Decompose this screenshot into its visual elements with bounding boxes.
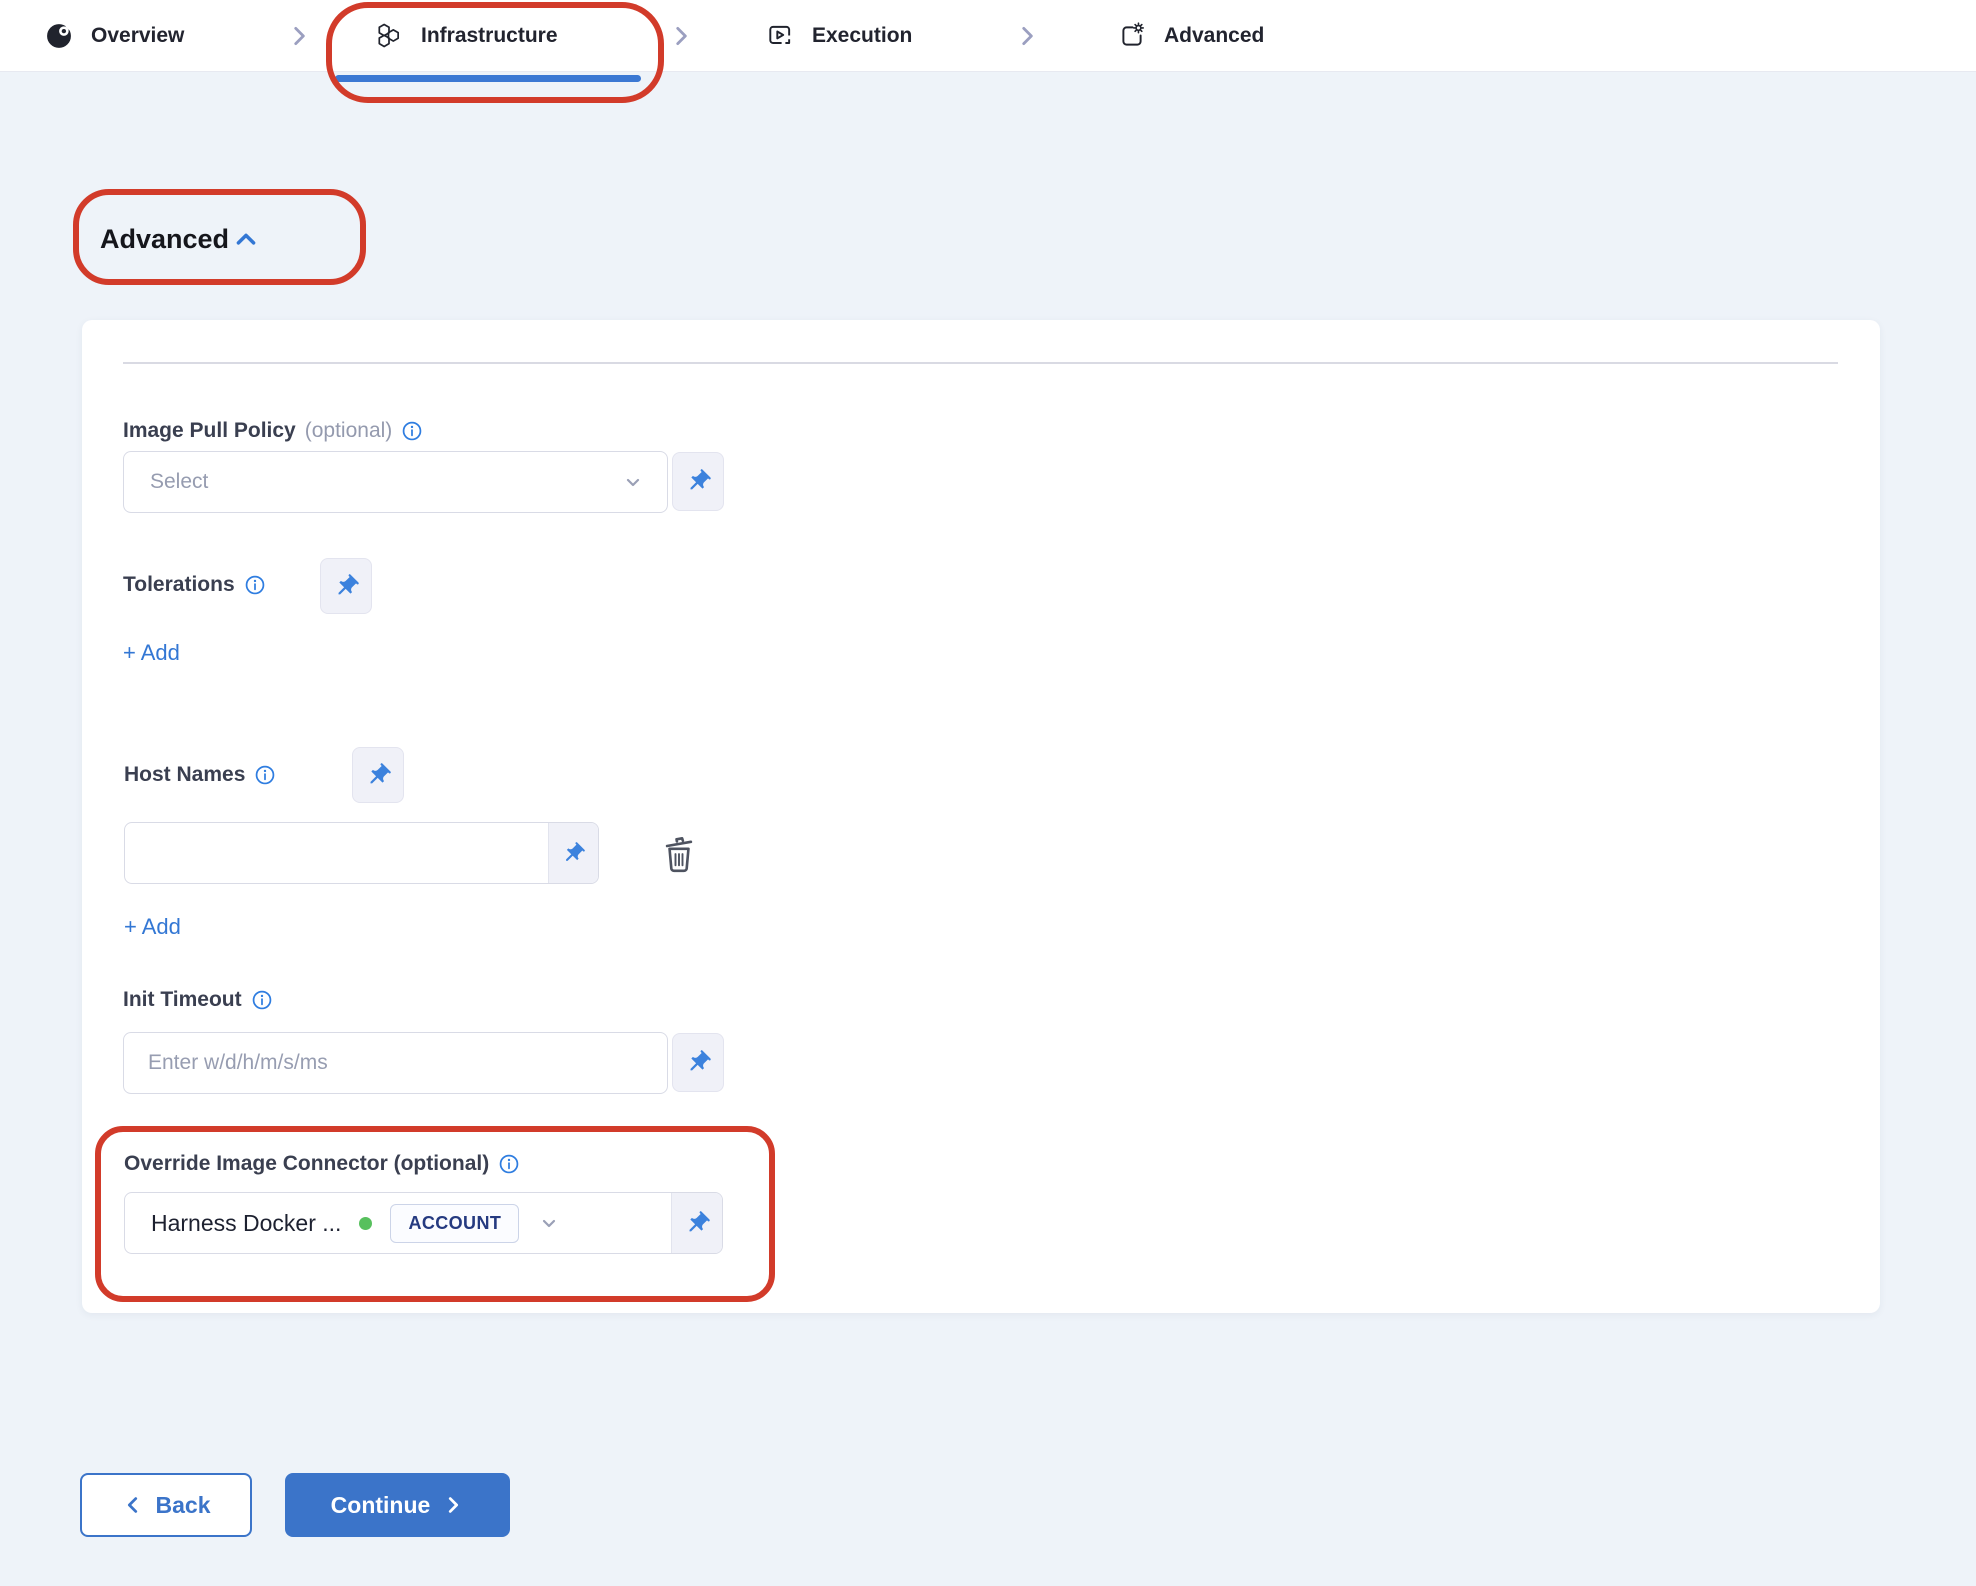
pin-icon bbox=[685, 1049, 712, 1076]
chevron-right-icon bbox=[442, 1494, 464, 1516]
image-pull-policy-pin-button[interactable] bbox=[672, 452, 724, 511]
label-text: Override Image Connector (optional) bbox=[124, 1152, 489, 1176]
pin-icon bbox=[333, 573, 360, 600]
chevron-down-icon bbox=[537, 1211, 561, 1235]
connector-name: Harness Docker ... bbox=[151, 1210, 341, 1237]
trash-icon bbox=[658, 832, 700, 874]
overview-icon bbox=[45, 22, 73, 50]
continue-button-label: Continue bbox=[331, 1492, 431, 1519]
select-placeholder: Select bbox=[150, 470, 208, 494]
chevron-right-icon bbox=[668, 23, 694, 54]
override-image-connector-pin-button[interactable] bbox=[671, 1193, 722, 1253]
pin-icon bbox=[684, 1210, 711, 1237]
back-button-label: Back bbox=[156, 1492, 211, 1519]
pipeline-infrastructure-page: Overview Infrastructure bbox=[0, 0, 1976, 1586]
infrastructure-icon bbox=[375, 22, 403, 50]
advanced-tab-icon bbox=[1118, 22, 1146, 50]
image-pull-policy-select[interactable]: Select bbox=[123, 451, 668, 513]
chevron-up-icon bbox=[232, 226, 260, 254]
info-icon[interactable] bbox=[254, 764, 276, 786]
host-name-input-group bbox=[124, 822, 599, 884]
info-icon[interactable] bbox=[244, 574, 266, 596]
tab-advanced[interactable]: Advanced bbox=[1118, 0, 1264, 72]
tab-infrastructure[interactable]: Infrastructure bbox=[375, 0, 558, 72]
tab-label: Overview bbox=[91, 24, 184, 48]
scope-badge: ACCOUNT bbox=[390, 1204, 519, 1243]
host-names-label: Host Names bbox=[124, 763, 276, 787]
init-timeout-label: Init Timeout bbox=[123, 988, 273, 1012]
tolerations-pin-button[interactable] bbox=[320, 558, 372, 614]
info-icon[interactable] bbox=[498, 1153, 520, 1175]
stage-tab-bar: Overview Infrastructure bbox=[0, 0, 1976, 72]
tab-label: Advanced bbox=[1164, 24, 1264, 48]
tab-label: Execution bbox=[812, 24, 912, 48]
tab-overview[interactable]: Overview bbox=[45, 0, 184, 72]
active-tab-indicator bbox=[335, 75, 641, 82]
advanced-section-header: Advanced bbox=[100, 224, 260, 255]
override-image-connector-group: Harness Docker ... ACCOUNT bbox=[124, 1192, 723, 1254]
tolerations-label: Tolerations bbox=[123, 573, 266, 597]
label-text: Host Names bbox=[124, 763, 245, 787]
tolerations-add-button[interactable]: + Add bbox=[123, 640, 180, 666]
optional-text: (optional) bbox=[305, 419, 393, 443]
divider bbox=[123, 362, 1838, 364]
host-name-input[interactable] bbox=[125, 823, 548, 883]
tab-label: Infrastructure bbox=[421, 24, 558, 48]
back-button[interactable]: Back bbox=[80, 1473, 252, 1537]
execution-icon bbox=[766, 22, 794, 50]
connector-status-dot bbox=[359, 1217, 372, 1230]
pin-icon bbox=[561, 841, 586, 866]
host-name-delete-button[interactable] bbox=[658, 832, 700, 874]
chevron-left-icon bbox=[122, 1494, 144, 1516]
continue-button[interactable]: Continue bbox=[285, 1473, 510, 1537]
label-text: Tolerations bbox=[123, 573, 235, 597]
host-name-input-pin-button[interactable] bbox=[548, 823, 598, 883]
image-pull-policy-label: Image Pull Policy (optional) bbox=[123, 419, 423, 443]
info-icon[interactable] bbox=[401, 420, 423, 442]
label-text: Init Timeout bbox=[123, 988, 242, 1012]
tab-execution[interactable]: Execution bbox=[766, 0, 912, 72]
pin-icon bbox=[685, 468, 712, 495]
advanced-settings-card: Image Pull Policy (optional) Select bbox=[82, 320, 1880, 1313]
collapse-section-button[interactable] bbox=[232, 226, 260, 254]
info-icon[interactable] bbox=[251, 989, 273, 1011]
host-names-pin-button[interactable] bbox=[352, 747, 404, 803]
chevron-right-icon bbox=[1014, 23, 1040, 54]
override-image-connector-label: Override Image Connector (optional) bbox=[124, 1152, 520, 1176]
init-timeout-input[interactable] bbox=[123, 1032, 668, 1094]
host-names-add-button[interactable]: + Add bbox=[124, 914, 181, 940]
chevron-down-icon bbox=[621, 470, 645, 494]
pin-icon bbox=[365, 762, 392, 789]
init-timeout-pin-button[interactable] bbox=[672, 1033, 724, 1092]
chevron-right-icon bbox=[286, 23, 312, 54]
label-text: Image Pull Policy bbox=[123, 419, 296, 443]
override-image-connector-select[interactable]: Harness Docker ... ACCOUNT bbox=[125, 1193, 671, 1253]
section-title: Advanced bbox=[100, 224, 229, 255]
